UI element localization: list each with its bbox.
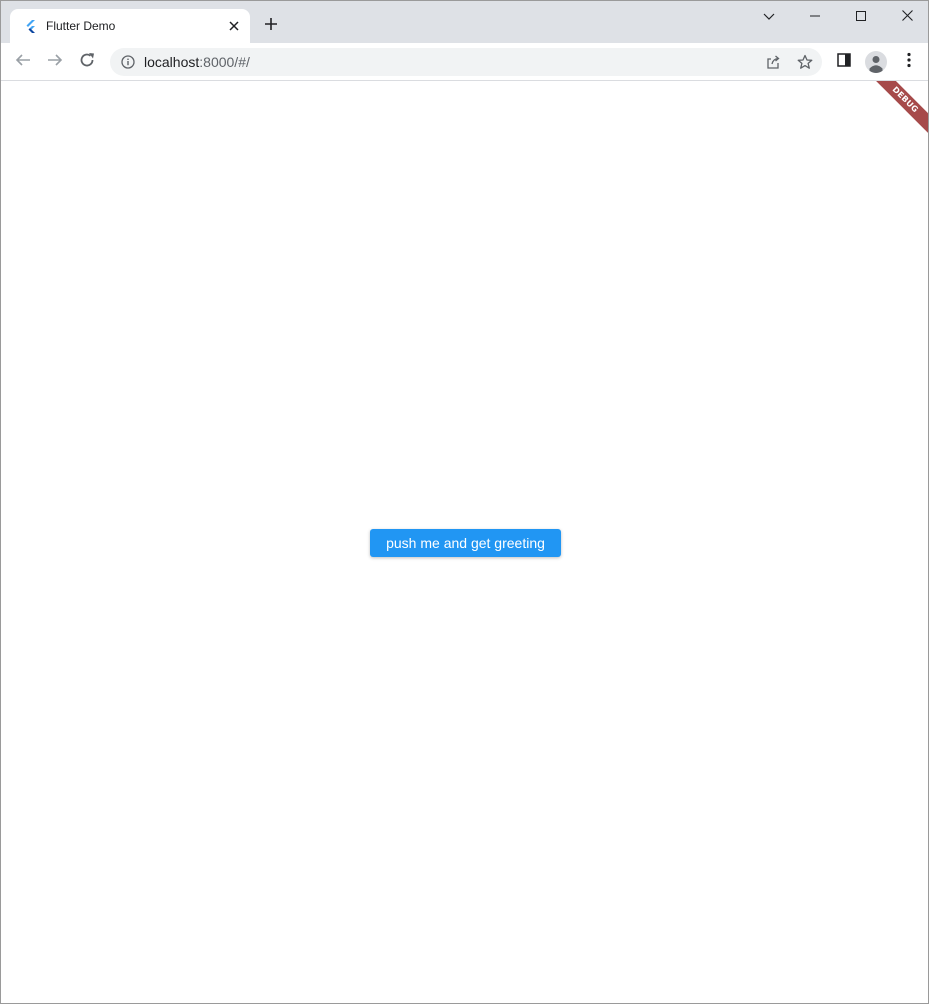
url-host: localhost (144, 54, 200, 70)
menu-button[interactable] (895, 48, 923, 76)
address-url[interactable]: localhost:8000/#/ (144, 54, 250, 70)
url-path: :8000/#/ (199, 54, 250, 70)
maximize-icon (856, 8, 866, 26)
greeting-button[interactable]: push me and get greeting (370, 529, 561, 557)
tab-search-button[interactable] (746, 3, 792, 31)
maximize-button[interactable] (838, 3, 884, 31)
side-panel-button[interactable] (830, 48, 858, 76)
minimize-button[interactable] (792, 3, 838, 31)
arrow-left-icon (15, 52, 31, 73)
new-tab-button[interactable] (259, 14, 283, 38)
browser-tab[interactable]: Flutter Demo (10, 9, 250, 43)
plus-icon (264, 17, 278, 36)
debug-banner-label: DEBUG (868, 81, 928, 137)
reload-icon (79, 52, 95, 73)
side-panel-icon (837, 52, 851, 72)
address-bar[interactable]: localhost:8000/#/ (110, 48, 822, 76)
browser-toolbar: localhost:8000/#/ (1, 43, 928, 81)
share-icon[interactable] (761, 50, 785, 74)
chevron-down-icon (763, 8, 775, 26)
profile-icon (865, 51, 887, 73)
star-icon[interactable] (793, 50, 817, 74)
kebab-menu-icon (907, 52, 911, 73)
tab-strip: Flutter Demo (1, 1, 928, 43)
page-content: push me and get greeting DEBUG (1, 81, 928, 1003)
minimize-icon (810, 8, 820, 26)
debug-banner: DEBUG (868, 81, 928, 141)
back-button[interactable] (9, 48, 37, 76)
reload-button[interactable] (73, 48, 101, 76)
browser-window: Flutter Demo localhost:8000/#/ push me a… (0, 0, 929, 1004)
tab-title: Flutter Demo (46, 19, 116, 33)
close-icon (901, 8, 913, 26)
info-icon[interactable] (120, 54, 136, 70)
arrow-right-icon (47, 52, 63, 73)
profile-button[interactable] (862, 48, 890, 76)
flutter-logo-icon (24, 19, 38, 33)
forward-button[interactable] (41, 48, 69, 76)
close-window-button[interactable] (884, 3, 928, 31)
close-tab-icon[interactable] (226, 18, 242, 34)
